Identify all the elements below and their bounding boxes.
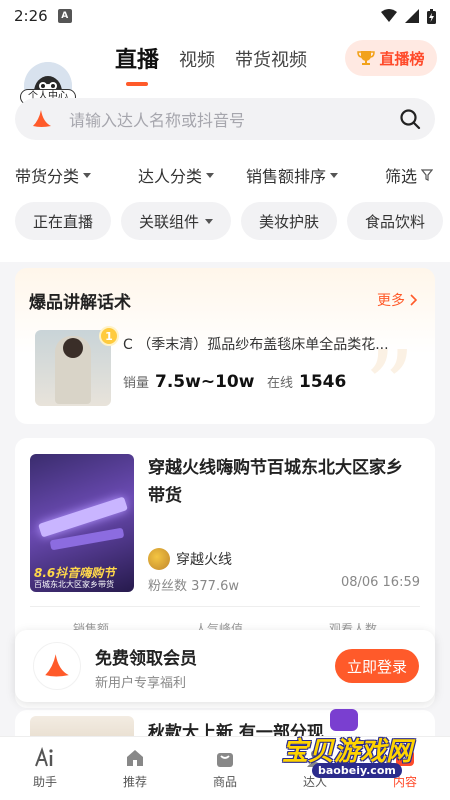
- wifi-icon: [381, 9, 397, 22]
- filter-row: 带货分类 达人分类 销售额排序 筛选: [0, 160, 450, 190]
- live-thumbnail[interactable]: 8.6抖音嗨购节 百城东北大区家乡带货: [30, 454, 134, 592]
- anchor-name: 穿越火线: [176, 552, 232, 568]
- sales-value: 7.5w~10w: [155, 372, 255, 392]
- home-icon: [127, 750, 143, 766]
- tab-video[interactable]: 视频: [169, 44, 225, 78]
- signal-icon: [405, 9, 419, 23]
- filter-label: 达人分类: [138, 167, 203, 186]
- promo-title: 免费领取会员: [95, 649, 197, 669]
- fans-count: 粉丝数 377.6w: [148, 579, 239, 594]
- top-tabs: 直播 视频 带货视频: [105, 44, 317, 78]
- thumbnail-promo-subtext: 百城东北大区家乡带货: [34, 580, 114, 589]
- person-head: [63, 338, 83, 358]
- chip-linked-component[interactable]: 关联组件: [121, 202, 232, 240]
- promo-logo: [33, 642, 81, 690]
- app-logo-icon: [33, 110, 51, 127]
- search-input[interactable]: 请输入达人名称或抖音号: [69, 107, 399, 131]
- search-icon[interactable]: [399, 108, 421, 130]
- caret-down-icon: [205, 218, 214, 224]
- chevron-right-icon: [410, 294, 417, 306]
- caret-down-icon: [83, 172, 92, 178]
- tab-live[interactable]: 直播: [105, 44, 169, 78]
- anchor-info[interactable]: 穿越火线: [148, 548, 232, 570]
- filter-label: 带货分类: [15, 167, 80, 186]
- header: 个人中心 直播 视频 带货视频 直播榜 请输入达人名称或抖音号 带货分类 达人分…: [0, 32, 450, 262]
- caret-down-icon: [330, 172, 339, 178]
- chip-label: 正在直播: [33, 212, 94, 231]
- trophy-icon: [357, 51, 376, 65]
- status-bar: 2:26 A: [0, 0, 450, 32]
- divider: [30, 606, 420, 607]
- member-promo-banner[interactable]: 免费领取会员 新用户专享福利 立即登录: [15, 630, 435, 702]
- filter-sales-sort[interactable]: 销售额排序: [246, 163, 339, 187]
- watermark-url: baobeiy.com: [312, 763, 402, 778]
- bag-icon: [217, 753, 233, 767]
- nav-label: 推荐: [122, 775, 147, 789]
- tab-goods-video[interactable]: 带货视频: [225, 44, 317, 78]
- chip-row: 正在直播 关联组件 美妆护肤 食品饮料: [15, 202, 444, 240]
- app-badge-icon: A: [57, 9, 72, 23]
- funnel-icon: [421, 169, 434, 181]
- hot-card-title: 爆品讲解话术: [29, 293, 131, 313]
- rank-medal-icon: 1: [99, 326, 119, 346]
- nav-assistant[interactable]: 助手: [0, 737, 90, 800]
- filter-label: 筛选: [385, 167, 418, 186]
- nav-label: 助手: [32, 775, 57, 789]
- more-label: 更多: [377, 293, 405, 309]
- chip-label: 食品饮料: [365, 212, 426, 231]
- caret-down-icon: [206, 172, 215, 178]
- product-name: C （季末清）孤品纱布盖毯床单全品类花...: [123, 337, 389, 353]
- app-logo-icon: [45, 654, 69, 677]
- sales-stat: 销量 7.5w~10w: [123, 372, 254, 392]
- status-icons: [381, 8, 436, 24]
- filter-screen[interactable]: 筛选: [385, 163, 434, 187]
- nav-recommend[interactable]: 推荐: [90, 737, 180, 800]
- anchor-avatar: [148, 548, 170, 570]
- online-label: 在线: [267, 376, 294, 391]
- site-watermark: 宝贝游戏网 baobeiy.com: [272, 705, 447, 795]
- promo-subtitle: 新用户专享福利: [95, 676, 187, 691]
- chip-beauty[interactable]: 美妆护肤: [241, 202, 338, 240]
- live-title: 穿越火线嗨购节百城东北大区家乡带货: [148, 458, 403, 506]
- battery-icon: [427, 8, 436, 24]
- filter-influencer-category[interactable]: 达人分类: [138, 163, 215, 187]
- sales-label: 销量: [123, 376, 150, 391]
- filter-label: 销售额排序: [246, 167, 327, 186]
- chip-live-now[interactable]: 正在直播: [15, 202, 112, 240]
- chip-label: 关联组件: [139, 212, 200, 231]
- live-rank-button[interactable]: 直播榜: [345, 40, 437, 76]
- live-timestamp: 08/06 16:59: [340, 575, 420, 590]
- status-time: 2:26: [14, 7, 48, 25]
- hot-product-card[interactable]: 爆品讲解话术 更多 ” 1 C （季末清）孤品纱布盖毯床单全品类花... 销量 …: [15, 268, 435, 424]
- more-link[interactable]: 更多: [377, 290, 417, 310]
- online-stat: 在线 1546: [267, 372, 346, 392]
- gamepad-icon: [330, 709, 358, 731]
- nav-goods[interactable]: 商品: [180, 737, 270, 800]
- live-rank-label: 直播榜: [379, 49, 425, 68]
- chip-label: 美妆护肤: [259, 212, 320, 231]
- search-bar[interactable]: 请输入达人名称或抖音号: [15, 98, 435, 140]
- online-value: 1546: [299, 372, 347, 392]
- nav-label: 商品: [212, 775, 237, 789]
- chip-food[interactable]: 食品饮料: [347, 202, 444, 240]
- ai-icon: [35, 747, 53, 767]
- login-button[interactable]: 立即登录: [335, 649, 419, 683]
- filter-goods-category[interactable]: 带货分类: [15, 163, 92, 187]
